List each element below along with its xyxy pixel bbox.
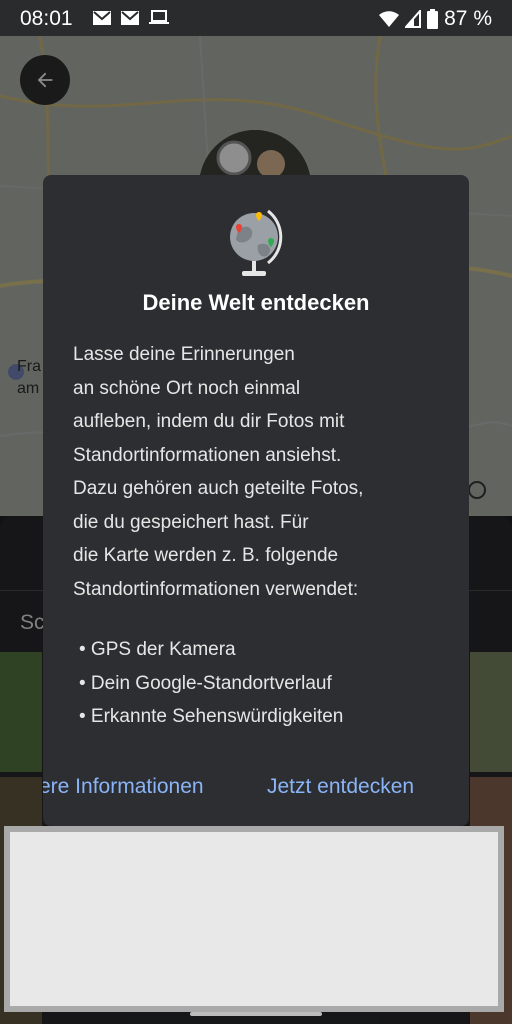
explore-now-button[interactable]: Jetzt entdecken (267, 775, 414, 799)
status-time: 08:01 (20, 7, 73, 30)
gmail-icon (121, 11, 139, 25)
map-label-line1: Fra (17, 358, 41, 375)
list-item: • GPS der Kamera (79, 639, 236, 660)
arrow-back-icon (37, 72, 53, 88)
laptop-icon (149, 10, 169, 24)
more-info-button[interactable]: ere Informationen (43, 775, 204, 799)
sheet-search-label[interactable]: Sc (20, 611, 45, 635)
info-icon[interactable] (468, 481, 486, 499)
globe-icon (230, 209, 283, 276)
back-button[interactable] (20, 55, 70, 105)
map-label-line2: am (17, 380, 40, 397)
photo-tile[interactable] (470, 652, 512, 772)
overlay-panel (4, 826, 504, 1012)
overlay-panel-content (10, 832, 498, 1006)
list-item: • Erkannte Sehenswürdigkeiten (79, 706, 344, 727)
dialog-list: • GPS der Kamera • Dein Google-Standortv… (79, 633, 343, 734)
list-item: • Dein Google-Standortverlauf (79, 672, 332, 694)
signal-icon (405, 10, 422, 28)
notification-icons (92, 10, 170, 26)
photo-tile[interactable] (0, 652, 42, 772)
status-bar: 08:01 87 % (0, 0, 512, 36)
system-icons: 87 % (379, 7, 492, 31)
map-place-label: Fra am (17, 356, 41, 400)
dialog-title: Deine Welt entdecken (142, 290, 370, 315)
battery-icon (427, 9, 439, 29)
dialog-body: Lasse deine Erinnerungen an schöne Ort n… (73, 344, 364, 600)
gmail-icon (93, 11, 111, 25)
explore-dialog: Deine Welt entdecken Lasse deine Erinner… (43, 175, 469, 826)
wifi-icon (379, 11, 400, 27)
home-indicator[interactable] (190, 1012, 322, 1016)
battery-percent: 87 % (444, 7, 492, 30)
